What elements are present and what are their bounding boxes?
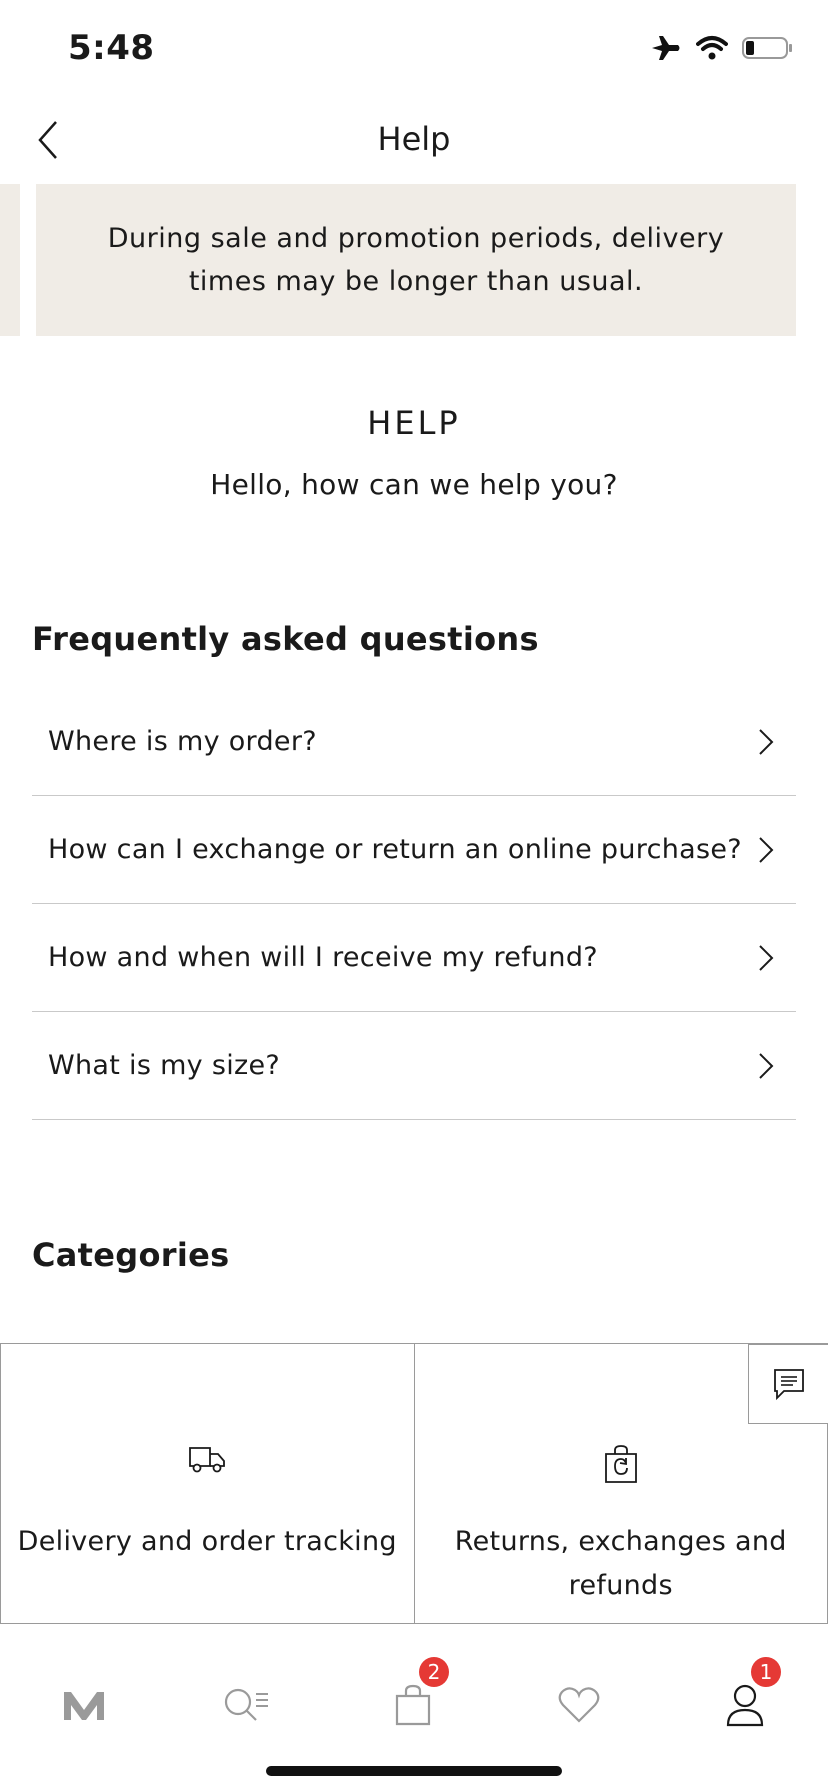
home-indicator — [266, 1766, 562, 1776]
tab-wishlist[interactable] — [539, 1665, 619, 1745]
promo-banner: During sale and promotion periods, deliv… — [36, 184, 796, 336]
faq-item-size[interactable]: What is my size? — [32, 1012, 796, 1120]
status-icons — [650, 34, 794, 62]
account-notification-badge: 1 — [751, 1657, 781, 1687]
tab-home[interactable] — [44, 1665, 124, 1745]
tab-account[interactable]: 1 — [705, 1657, 785, 1745]
help-subtitle: Hello, how can we help you? — [210, 468, 618, 501]
category-label: Returns, exchanges and refunds — [454, 1526, 787, 1601]
heart-icon — [558, 1687, 600, 1723]
faq-item-label: How can I exchange or return an online p… — [48, 834, 742, 865]
faq-section-title: Frequently asked questions — [32, 620, 539, 658]
categories-section-title: Categories — [32, 1236, 230, 1274]
banner-previous-edge — [0, 184, 20, 336]
chevron-right-icon — [759, 836, 774, 863]
chevron-right-icon — [759, 944, 774, 971]
categories-grid: Delivery and order tracking Returns, exc… — [0, 1343, 828, 1624]
chat-icon — [773, 1369, 804, 1401]
faq-item-label: How and when will I receive my refund? — [48, 942, 598, 973]
shopping-bag-icon — [395, 1684, 431, 1726]
battery-icon — [742, 37, 792, 59]
airplane-icon — [652, 36, 680, 60]
category-delivery[interactable]: Delivery and order tracking — [0, 1344, 414, 1623]
category-label: Delivery and order tracking — [17, 1526, 397, 1557]
status-time: 5:48 — [68, 28, 155, 68]
banner-text: During sale and promotion periods, deliv… — [107, 223, 725, 297]
faq-list: Where is my order? How can I exchange or… — [32, 688, 796, 1120]
chevron-right-icon — [759, 728, 774, 755]
faq-item-exchange-return[interactable]: How can I exchange or return an online p… — [32, 796, 796, 904]
shopping-bag-return-icon — [604, 1445, 637, 1483]
brand-logo-icon — [64, 1692, 104, 1720]
wifi-icon — [696, 36, 728, 60]
profile-icon — [726, 1684, 764, 1727]
help-heading: HELP — [367, 404, 461, 442]
page-title: Help — [377, 120, 451, 158]
search-menu-icon — [224, 1688, 268, 1721]
faq-item-where-is-my-order[interactable]: Where is my order? — [32, 688, 796, 796]
chevron-right-icon — [759, 1052, 774, 1079]
chat-button[interactable] — [748, 1344, 828, 1424]
tab-search[interactable] — [207, 1665, 287, 1745]
faq-item-label: What is my size? — [48, 1050, 281, 1081]
truck-icon — [189, 1447, 226, 1473]
faq-item-label: Where is my order? — [48, 726, 317, 757]
faq-item-refund[interactable]: How and when will I receive my refund? — [32, 904, 796, 1012]
bag-count-badge: 2 — [419, 1657, 449, 1687]
tab-bag[interactable]: 2 — [373, 1657, 453, 1745]
